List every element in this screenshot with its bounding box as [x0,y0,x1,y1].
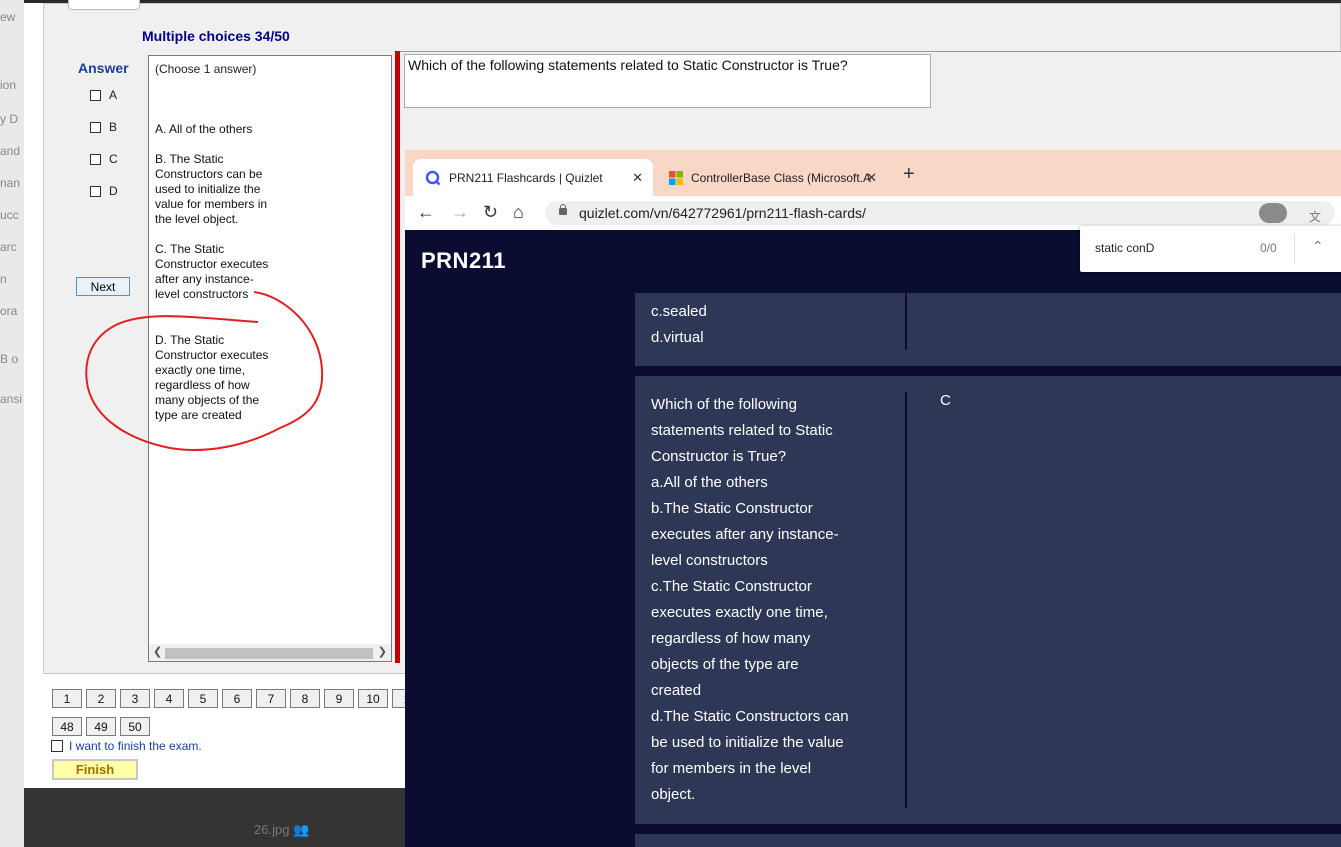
term-line: a.All of the others [651,474,768,491]
find-previous-chevron-up-icon[interactable]: ⌃ [1312,238,1324,255]
term-line: executes exactly one time, [651,604,828,621]
term-line: objects of the type are [651,656,799,673]
term-line: for members in the level [651,760,812,777]
previous-term-line: d.virtual [651,329,704,346]
address-bar-row: ← → ↻ ⌂ quizlet.com/vn/642772961/prn211-… [405,196,1341,230]
card-divider [905,392,907,808]
url-field[interactable]: quizlet.com/vn/642772961/prn211-flash-ca… [545,201,1335,225]
reload-icon[interactable]: ↻ [483,202,498,223]
previous-term: c.sealed d.virtual [651,299,707,351]
tab-strip: PRN211 Flashcards | Quizlet ✕ Controller… [405,150,1341,196]
forward-arrow-icon[interactable]: → [451,202,469,223]
google-lens-icon[interactable] [1259,203,1287,223]
find-input[interactable]: static conD [1095,241,1154,255]
flashcard-row-previous: c.sealed d.virtual [635,293,1341,366]
back-arrow-icon[interactable]: ← [417,202,435,223]
tab-quizlet[interactable]: PRN211 Flashcards | Quizlet ✕ [413,159,653,196]
term-line: Constructor is True? [651,448,787,465]
term-line: statements related to Static [651,422,833,439]
card-divider [905,293,907,350]
previous-term-line: c.sealed [651,303,707,320]
term-line: c.The Static Constructor [651,578,812,595]
term-line: Which of the following [651,396,797,413]
find-match-count: 0/0 [1260,241,1277,255]
close-icon[interactable]: ✕ [866,170,877,186]
find-in-page-bar: static conD 0/0 ⌃ [1080,226,1341,272]
find-separator [1294,234,1295,264]
lock-icon [559,204,567,215]
quizlet-q-icon [425,170,441,185]
tab-microsoft-docs[interactable]: ControllerBase Class (Microsoft.A ✕ [657,159,887,196]
term-line: level constructors [651,552,768,569]
tab-quizlet-title: PRN211 Flashcards | Quizlet [449,170,603,185]
definition-text: C [940,392,951,409]
close-icon[interactable]: ✕ [632,170,643,186]
home-icon[interactable]: ⌂ [513,202,524,223]
term-text: Which of the following statements related… [651,392,849,808]
flashcard-row-next [635,834,1341,847]
set-title: PRN211 [421,248,506,273]
term-line: regardless of how many [651,630,811,647]
term-line: executes after any instance- [651,526,839,543]
flashcard-row-matched: Which of the following statements related… [635,376,1341,824]
tab-microsoft-title: ControllerBase Class (Microsoft.A [691,170,872,185]
term-line: be used to initialize the value [651,734,844,751]
url-text: quizlet.com/vn/642772961/prn211-flash-ca… [579,205,866,221]
new-tab-plus-icon[interactable]: + [903,163,915,186]
term-line: created [651,682,702,699]
term-line: b.The Static Constructor [651,500,813,517]
term-line: d.The Static Constructors can [651,708,849,725]
microsoft-logo-icon [669,170,683,185]
term-line: object. [651,786,696,803]
